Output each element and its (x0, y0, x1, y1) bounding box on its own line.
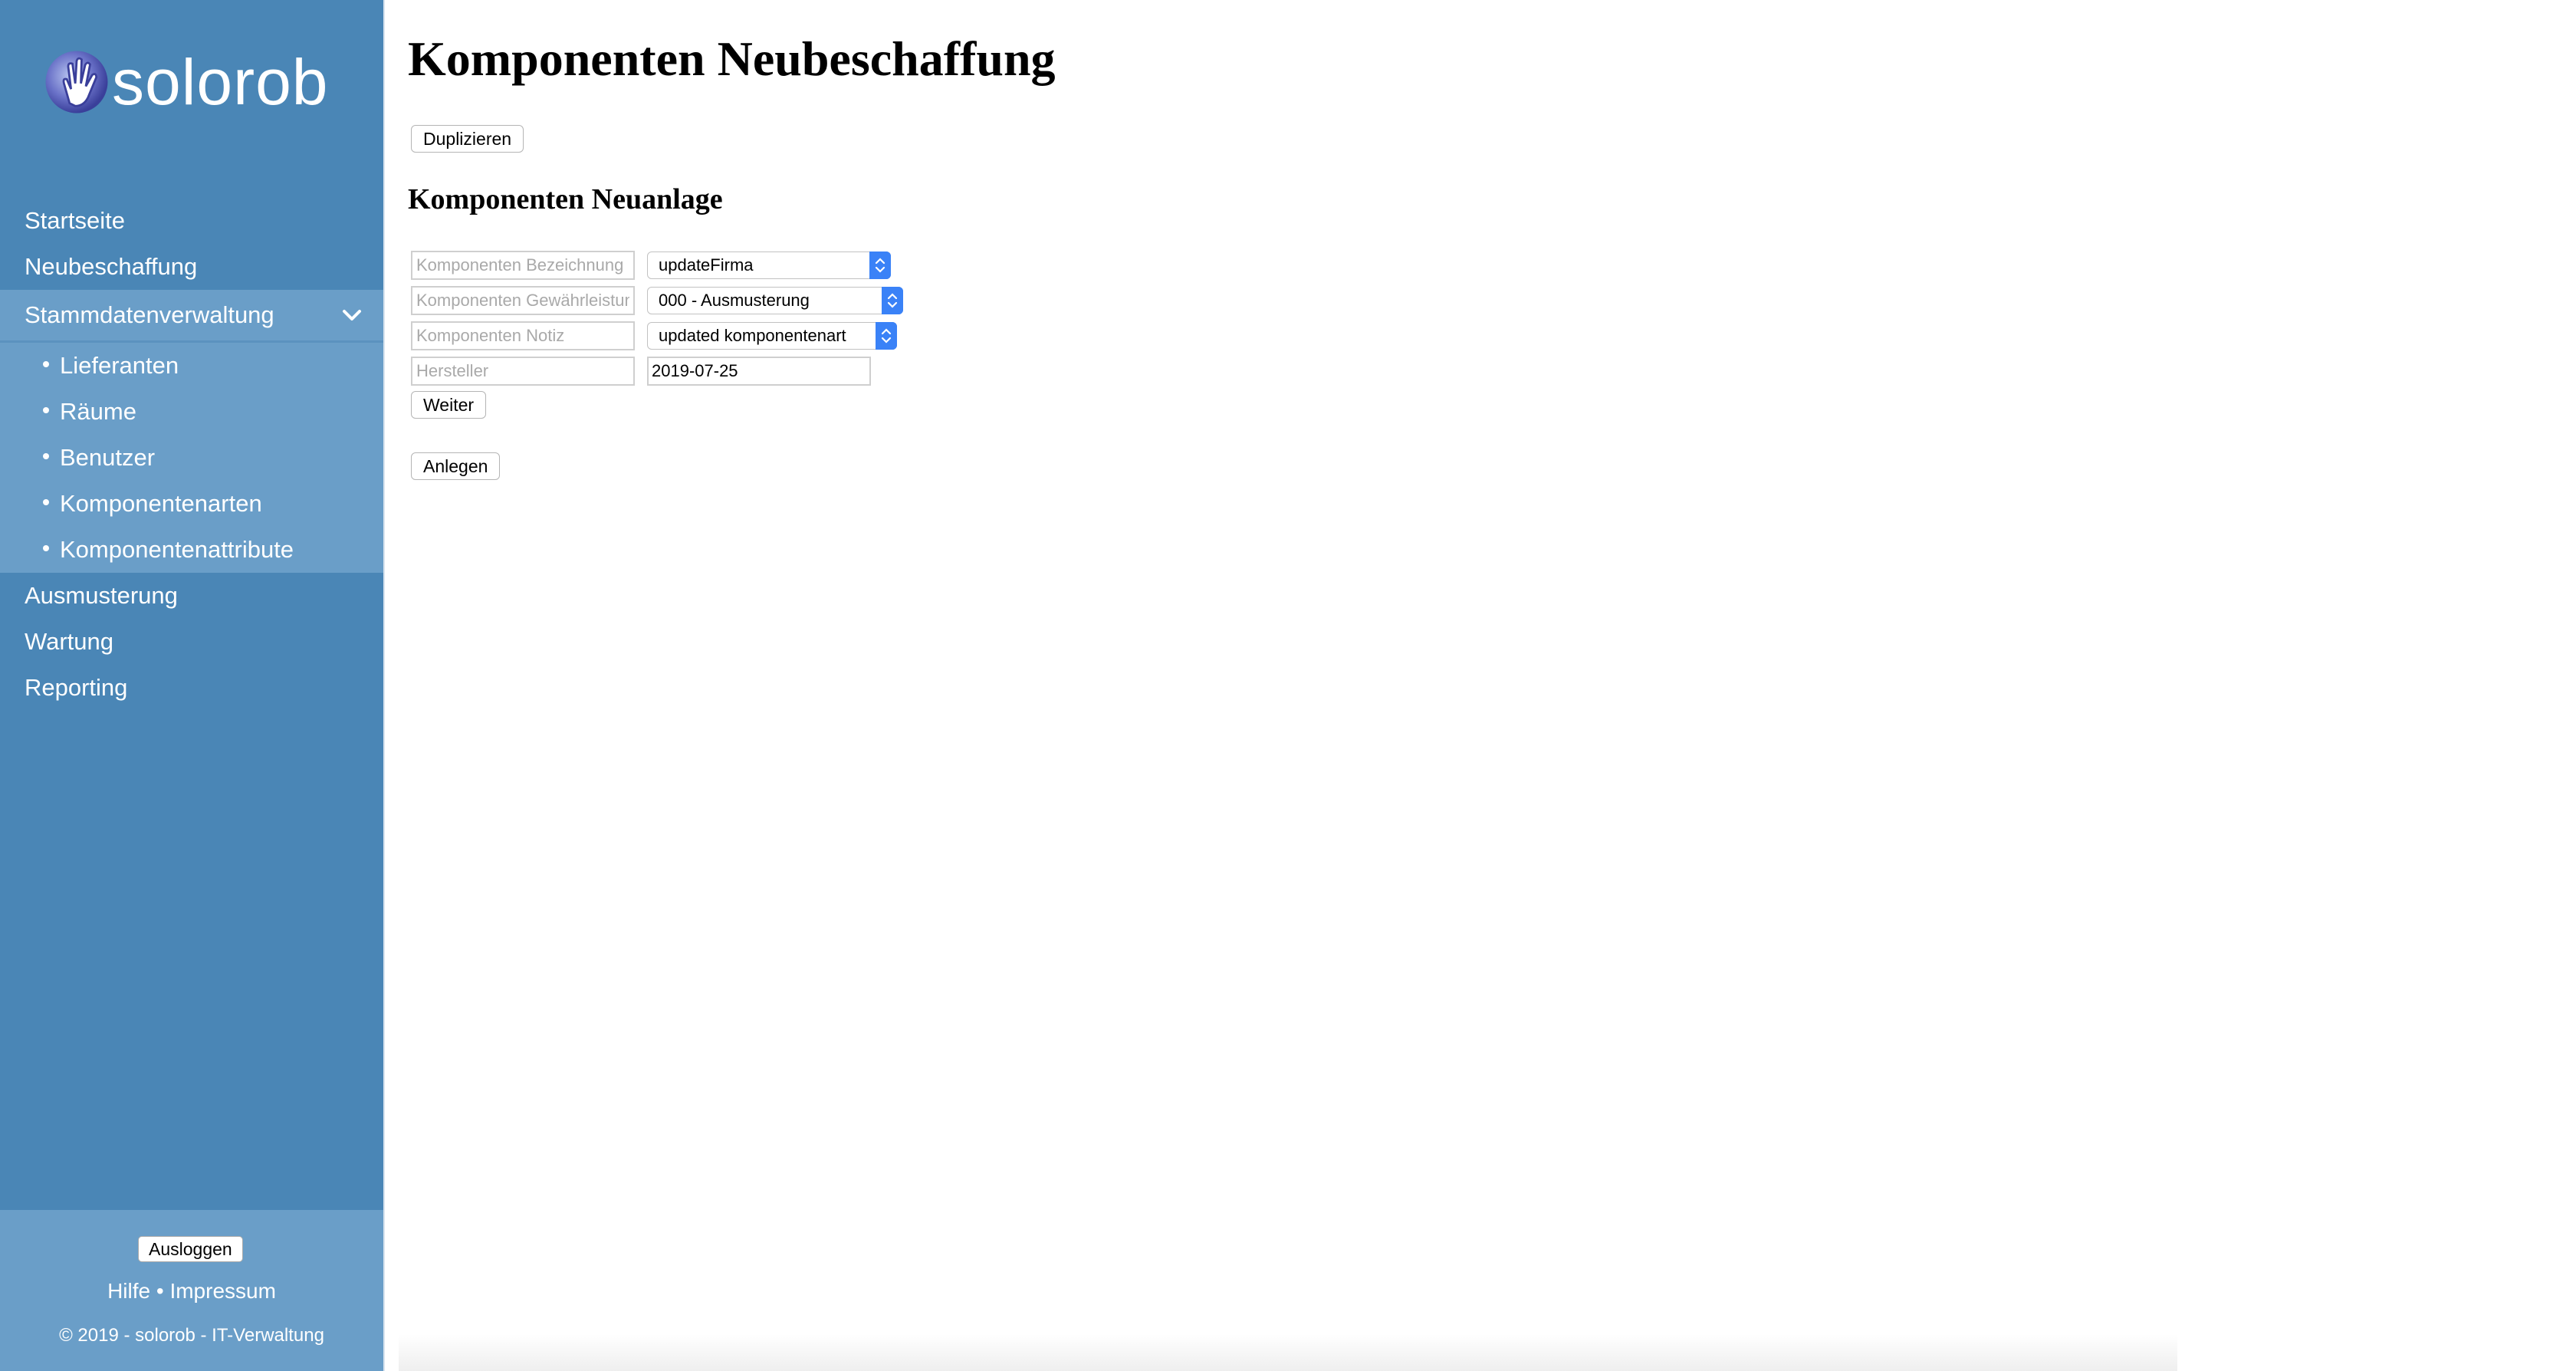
room-select-value: 000 - Ausmusterung (659, 291, 810, 310)
sidebar-item-label: Komponentenarten (60, 490, 262, 517)
component-warranty-input[interactable] (411, 286, 635, 315)
section-title: Komponenten Neuanlage (408, 183, 723, 215)
chevron-down-icon[interactable] (340, 304, 363, 327)
bullet-icon (43, 406, 49, 413)
sidebar-item-raeume[interactable]: Räume (0, 389, 383, 435)
sidebar-item-komponentenarten[interactable]: Komponentenarten (0, 481, 383, 527)
logo[interactable]: solorob (41, 40, 329, 124)
nav-item-ausmusterung[interactable]: Ausmusterung (0, 573, 383, 619)
supplier-select-value: updateFirma (659, 255, 754, 275)
footer-separator: • (156, 1279, 164, 1303)
sidebar-item-label: Benutzer (60, 444, 156, 471)
date-field[interactable]: 2019-07-25 (647, 357, 871, 386)
page-title: Komponenten Neubeschaffung (408, 31, 1056, 86)
logo-text: solorob (112, 46, 329, 118)
sidebar-item-benutzer[interactable]: Benutzer (0, 435, 383, 481)
next-button[interactable]: Weiter (411, 391, 487, 419)
nav-item-label: Stammdatenverwaltung (25, 301, 274, 328)
logo-hand-icon (45, 51, 108, 113)
imprint-link[interactable]: Impressum (169, 1279, 275, 1303)
nav-item-wartung[interactable]: Wartung (0, 619, 383, 665)
bullet-icon (43, 544, 49, 551)
room-select[interactable]: 000 - Ausmusterung (647, 287, 903, 314)
subnav: Lieferanten Räume Benutzer Komponentenar… (0, 343, 383, 573)
bullet-icon (43, 498, 49, 505)
logout-button[interactable]: Ausloggen (138, 1236, 243, 1262)
nav-item-neubeschaffung[interactable]: Neubeschaffung (0, 244, 383, 290)
sidebar-item-label: Komponentenattribute (60, 536, 294, 563)
manufacturer-input[interactable] (411, 357, 635, 386)
component-type-select[interactable]: updated komponentenart (647, 322, 897, 350)
component-type-select-value: updated komponentenart (659, 326, 846, 345)
footer-links: Hilfe • Impressum (0, 1279, 383, 1304)
select-stepper-icon (869, 252, 891, 279)
supplier-select[interactable]: updateFirma (647, 252, 891, 279)
bottom-shadow (399, 1334, 2177, 1371)
sidebar-item-label: Räume (60, 398, 136, 425)
sidebar-item-komponentenattribute[interactable]: Komponentenattribute (0, 527, 383, 573)
copyright: © 2019 - solorob - IT-Verwaltung (59, 1325, 324, 1346)
nav-item-startseite[interactable]: Startseite (0, 198, 383, 244)
duplicate-button[interactable]: Duplizieren (411, 125, 524, 153)
nav-item-stammdatenverwaltung[interactable]: Stammdatenverwaltung (0, 290, 383, 343)
bullet-icon (43, 360, 49, 367)
component-name-input[interactable] (411, 251, 635, 280)
select-stepper-icon (882, 287, 903, 314)
component-note-input[interactable] (411, 321, 635, 350)
sidebar-item-lieferanten[interactable]: Lieferanten (0, 343, 383, 389)
select-stepper-icon (876, 322, 897, 350)
sidebar: solorob Startseite Neubeschaffung Stammd… (0, 0, 385, 1371)
nav-item-reporting[interactable]: Reporting (0, 665, 383, 711)
create-button[interactable]: Anlegen (411, 452, 501, 480)
sidebar-footer: Ausloggen Hilfe • Impressum © 2019 - sol… (0, 1210, 383, 1371)
sidebar-item-label: Lieferanten (60, 352, 179, 379)
bullet-icon (43, 452, 49, 459)
help-link[interactable]: Hilfe (107, 1279, 150, 1303)
main-nav: Startseite Neubeschaffung Stammdatenverw… (0, 198, 383, 711)
